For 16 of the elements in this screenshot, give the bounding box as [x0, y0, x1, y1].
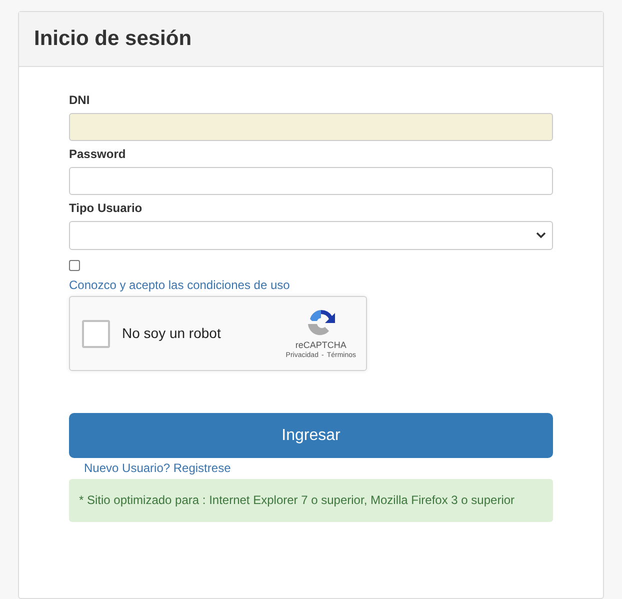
field-label: Password: [69, 146, 127, 162]
terms-link[interactable]: Conozco y acepto las condiciones de uso: [69, 276, 290, 294]
register-link[interactable]: Nuevo Usuario? Registrese: [84, 460, 231, 476]
submit-button[interactable]: Ingresar: [69, 413, 553, 458]
field-label: DNI: [69, 92, 91, 108]
input-field[interactable]: [69, 167, 553, 195]
notice-alert: * Sitio optimizado para : Internet Explorer 7 o superior, Mozilla Firefox 3 o superior: [69, 479, 553, 522]
captcha-brand: reCAPTCHA: [295, 338, 346, 350]
input-field[interactable]: [69, 113, 553, 141]
select-field[interactable]: [69, 221, 553, 250]
panel-title: Inicio de sesión: [34, 26, 192, 52]
captcha-checkbox[interactable]: [82, 320, 110, 348]
captcha-label: No soy un robot: [122, 324, 222, 343]
checkbox[interactable]: [69, 260, 80, 271]
field-label: Tipo Usuario: [69, 200, 144, 216]
chevron-down-icon: [536, 232, 546, 239]
